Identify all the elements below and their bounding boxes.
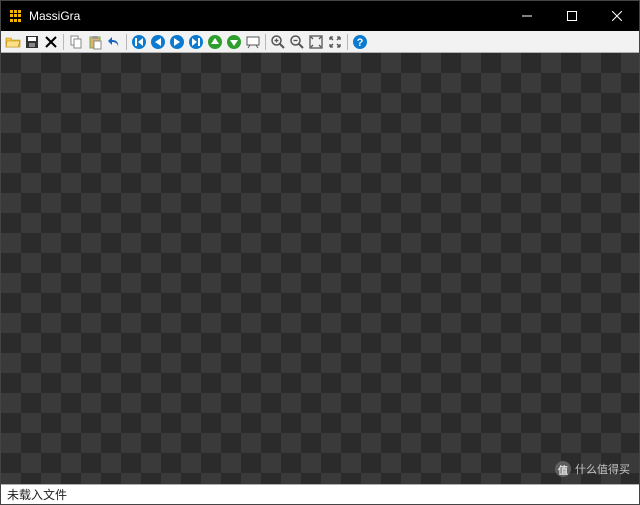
toolbar-separator — [126, 34, 127, 50]
toolbar: ? — [1, 31, 639, 53]
app-window: MassiGra — [0, 0, 640, 505]
svg-text:?: ? — [357, 37, 364, 49]
save-button[interactable] — [23, 33, 41, 51]
last-button[interactable] — [187, 33, 205, 51]
image-canvas[interactable] — [1, 53, 639, 484]
status-message: 未载入文件 — [7, 486, 67, 503]
app-title: MassiGra — [29, 9, 504, 23]
down-button[interactable] — [225, 33, 243, 51]
toolbar-separator — [265, 34, 266, 50]
next-button[interactable] — [168, 33, 186, 51]
first-button[interactable] — [130, 33, 148, 51]
actual-size-button[interactable] — [326, 33, 344, 51]
copy-button[interactable] — [67, 33, 85, 51]
zoom-in-button[interactable] — [269, 33, 287, 51]
minimize-button[interactable] — [504, 1, 549, 31]
prev-button[interactable] — [149, 33, 167, 51]
slideshow-button[interactable] — [244, 33, 262, 51]
zoom-out-button[interactable] — [288, 33, 306, 51]
undo-button[interactable] — [105, 33, 123, 51]
delete-button[interactable] — [42, 33, 60, 51]
fit-window-button[interactable] — [307, 33, 325, 51]
maximize-button[interactable] — [549, 1, 594, 31]
toolbar-separator — [63, 34, 64, 50]
up-button[interactable] — [206, 33, 224, 51]
titlebar: MassiGra — [1, 1, 639, 31]
toolbar-separator — [347, 34, 348, 50]
paste-button[interactable] — [86, 33, 104, 51]
app-icon — [9, 9, 23, 23]
statusbar: 未载入文件 — [1, 484, 639, 504]
open-button[interactable] — [4, 33, 22, 51]
help-button[interactable]: ? — [351, 33, 369, 51]
close-button[interactable] — [594, 1, 639, 31]
